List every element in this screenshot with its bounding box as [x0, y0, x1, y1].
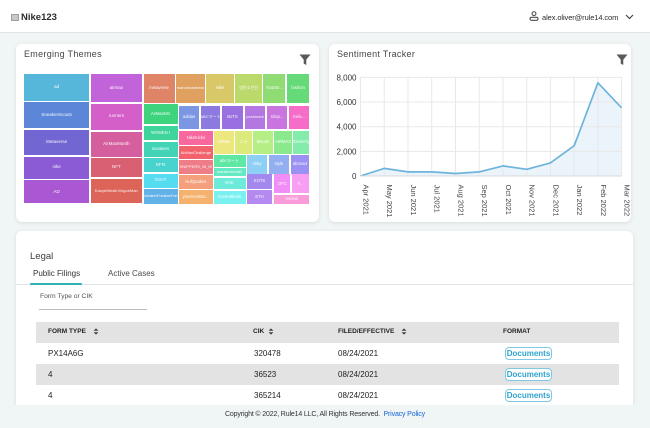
- svg-text:Aug 2021: Aug 2021: [456, 185, 465, 217]
- svg-text:2,000: 2,000: [336, 147, 357, 156]
- svg-text:Feb 2022: Feb 2022: [599, 185, 608, 217]
- svg-text:4,000: 4,000: [336, 123, 357, 132]
- svg-text:Sep 2021: Sep 2021: [480, 185, 489, 217]
- svg-text:May 2021: May 2021: [385, 185, 394, 218]
- svg-text:0: 0: [352, 172, 357, 181]
- svg-text:Jul 2021: Jul 2021: [433, 185, 442, 213]
- svg-text:Apr 2021: Apr 2021: [362, 185, 371, 215]
- svg-text:Jun 2021: Jun 2021: [409, 185, 418, 216]
- svg-text:8,000: 8,000: [336, 73, 357, 82]
- svg-text:Jan 2022: Jan 2022: [575, 185, 584, 216]
- svg-text:Nov 2021: Nov 2021: [528, 185, 537, 217]
- svg-text:Oct 2021: Oct 2021: [504, 185, 513, 215]
- svg-text:Dec 2021: Dec 2021: [551, 185, 560, 217]
- svg-text:6,000: 6,000: [336, 98, 357, 107]
- svg-text:Mar 2022: Mar 2022: [623, 185, 631, 217]
